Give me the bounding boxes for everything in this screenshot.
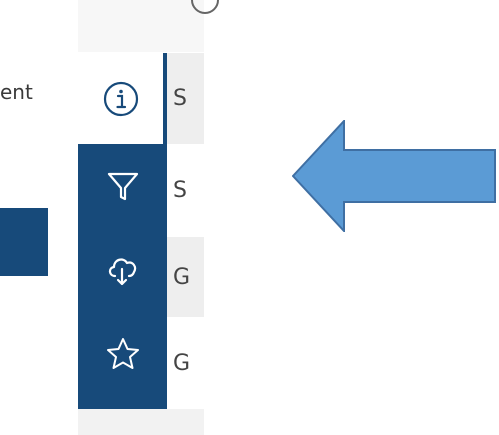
list-row-text: G — [173, 350, 191, 376]
rail-item-download[interactable] — [78, 228, 167, 312]
list-row[interactable]: G — [167, 237, 204, 317]
list-row-text: S — [173, 86, 187, 111]
left-arrow-annotation — [292, 120, 496, 232]
left-panel-button[interactable] — [0, 208, 48, 276]
list-row-text: G — [173, 264, 191, 290]
left-panel-text: ent — [0, 80, 33, 104]
cloud-download-icon — [108, 258, 136, 286]
list-row[interactable]: S — [167, 53, 204, 144]
rail-item-filter[interactable] — [78, 144, 167, 228]
star-icon — [106, 338, 139, 369]
partial-icon-top — [191, 0, 219, 14]
list-row[interactable]: S — [167, 144, 204, 237]
list-row-text: S — [173, 178, 187, 203]
info-icon — [103, 81, 138, 116]
rail-item-favorites[interactable] — [78, 312, 167, 396]
list-row[interactable]: G — [167, 317, 204, 409]
side-rail — [78, 53, 167, 409]
bottom-strip — [78, 409, 204, 435]
rail-item-info[interactable] — [78, 53, 167, 144]
filter-icon — [107, 172, 138, 201]
top-strip — [78, 0, 219, 52]
